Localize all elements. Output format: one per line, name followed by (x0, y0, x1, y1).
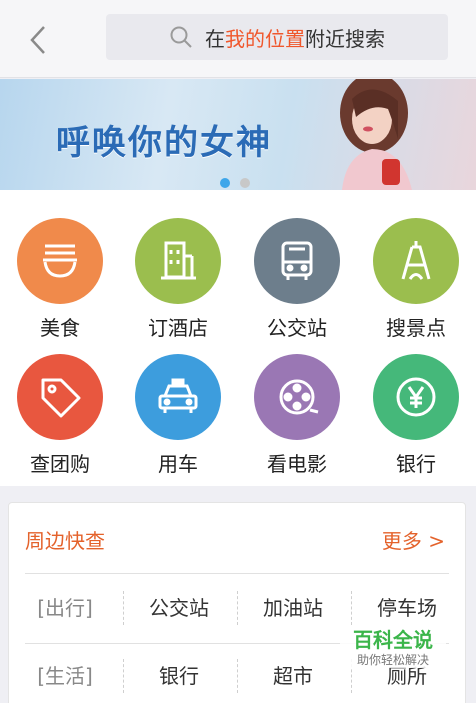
film-reel-icon (254, 354, 340, 440)
hotel-building-icon (135, 218, 221, 304)
nearby-item[interactable]: 加油站 (237, 591, 349, 625)
nearby-item[interactable]: 超市 (237, 659, 349, 693)
search-hint-prefix: 在 (205, 26, 225, 51)
category-grid: 美食 订酒店 公交站 搜景点 查团购 用车 看电影 银行 (0, 190, 476, 486)
top-bar: 在我的位置附近搜索 (0, 0, 476, 78)
category-label: 银行 (396, 452, 436, 476)
more-link[interactable]: 更多 > (382, 525, 445, 554)
category-group-buy[interactable]: 查团购 (0, 354, 120, 477)
category-label: 用车 (158, 452, 198, 476)
tower-icon (373, 218, 459, 304)
tag-icon (17, 354, 103, 440)
category-label: 公交站 (267, 316, 327, 340)
category-bus[interactable]: 公交站 (237, 218, 357, 341)
row-tag: [生活] (37, 664, 93, 688)
search-hint: 在我的位置附近搜索 (205, 23, 385, 52)
nearby-item[interactable]: 银行 (123, 659, 235, 693)
search-icon (170, 26, 192, 48)
category-car[interactable]: 用车 (118, 354, 238, 477)
category-label: 订酒店 (148, 316, 208, 340)
divider (25, 573, 449, 574)
category-scenic[interactable]: 搜景点 (356, 218, 476, 341)
banner-pager (220, 178, 250, 188)
search-bar[interactable]: 在我的位置附近搜索 (106, 14, 448, 60)
search-hint-location[interactable]: 我的位置 (225, 27, 305, 51)
nearby-quick-panel: 周边快查 更多 > [出行] 公交站 加油站 停车场 [生活] 银行 超市 厕所 (8, 502, 466, 703)
pager-dot[interactable] (240, 178, 250, 188)
pager-dot-active[interactable] (220, 178, 230, 188)
banner-headline: 呼唤你的女神 (56, 123, 272, 163)
category-food[interactable]: 美食 (0, 218, 120, 341)
category-bank[interactable]: 银行 (356, 354, 476, 477)
taxi-icon (135, 354, 221, 440)
bus-icon (254, 218, 340, 304)
watermark: 百科全说 助你轻松解决 (340, 628, 446, 668)
nearby-row-travel: [出行] 公交站 加油站 停车场 (9, 591, 467, 625)
search-hint-suffix: 附近搜索 (305, 26, 385, 51)
category-label: 查团购 (30, 452, 90, 476)
category-hotel[interactable]: 订酒店 (118, 218, 238, 341)
category-label: 美食 (40, 316, 80, 340)
nearby-item[interactable]: 停车场 (351, 591, 463, 625)
category-movie[interactable]: 看电影 (237, 354, 357, 477)
yen-icon (373, 354, 459, 440)
chevron-left-icon (30, 26, 45, 54)
watermark-subtitle: 助你轻松解决 (356, 653, 429, 667)
banner-portrait-image (340, 79, 412, 190)
promo-banner[interactable]: 呼唤你的女神 (0, 79, 476, 190)
noodle-bowl-icon (17, 218, 103, 304)
category-label: 搜景点 (386, 316, 446, 340)
row-tag: [出行] (37, 596, 93, 620)
back-button[interactable] (18, 20, 58, 60)
nearby-title: 周边快查 (25, 529, 105, 553)
nearby-item[interactable]: 公交站 (123, 591, 235, 625)
watermark-title: 百科全说 (353, 628, 433, 652)
category-label: 看电影 (267, 452, 327, 476)
